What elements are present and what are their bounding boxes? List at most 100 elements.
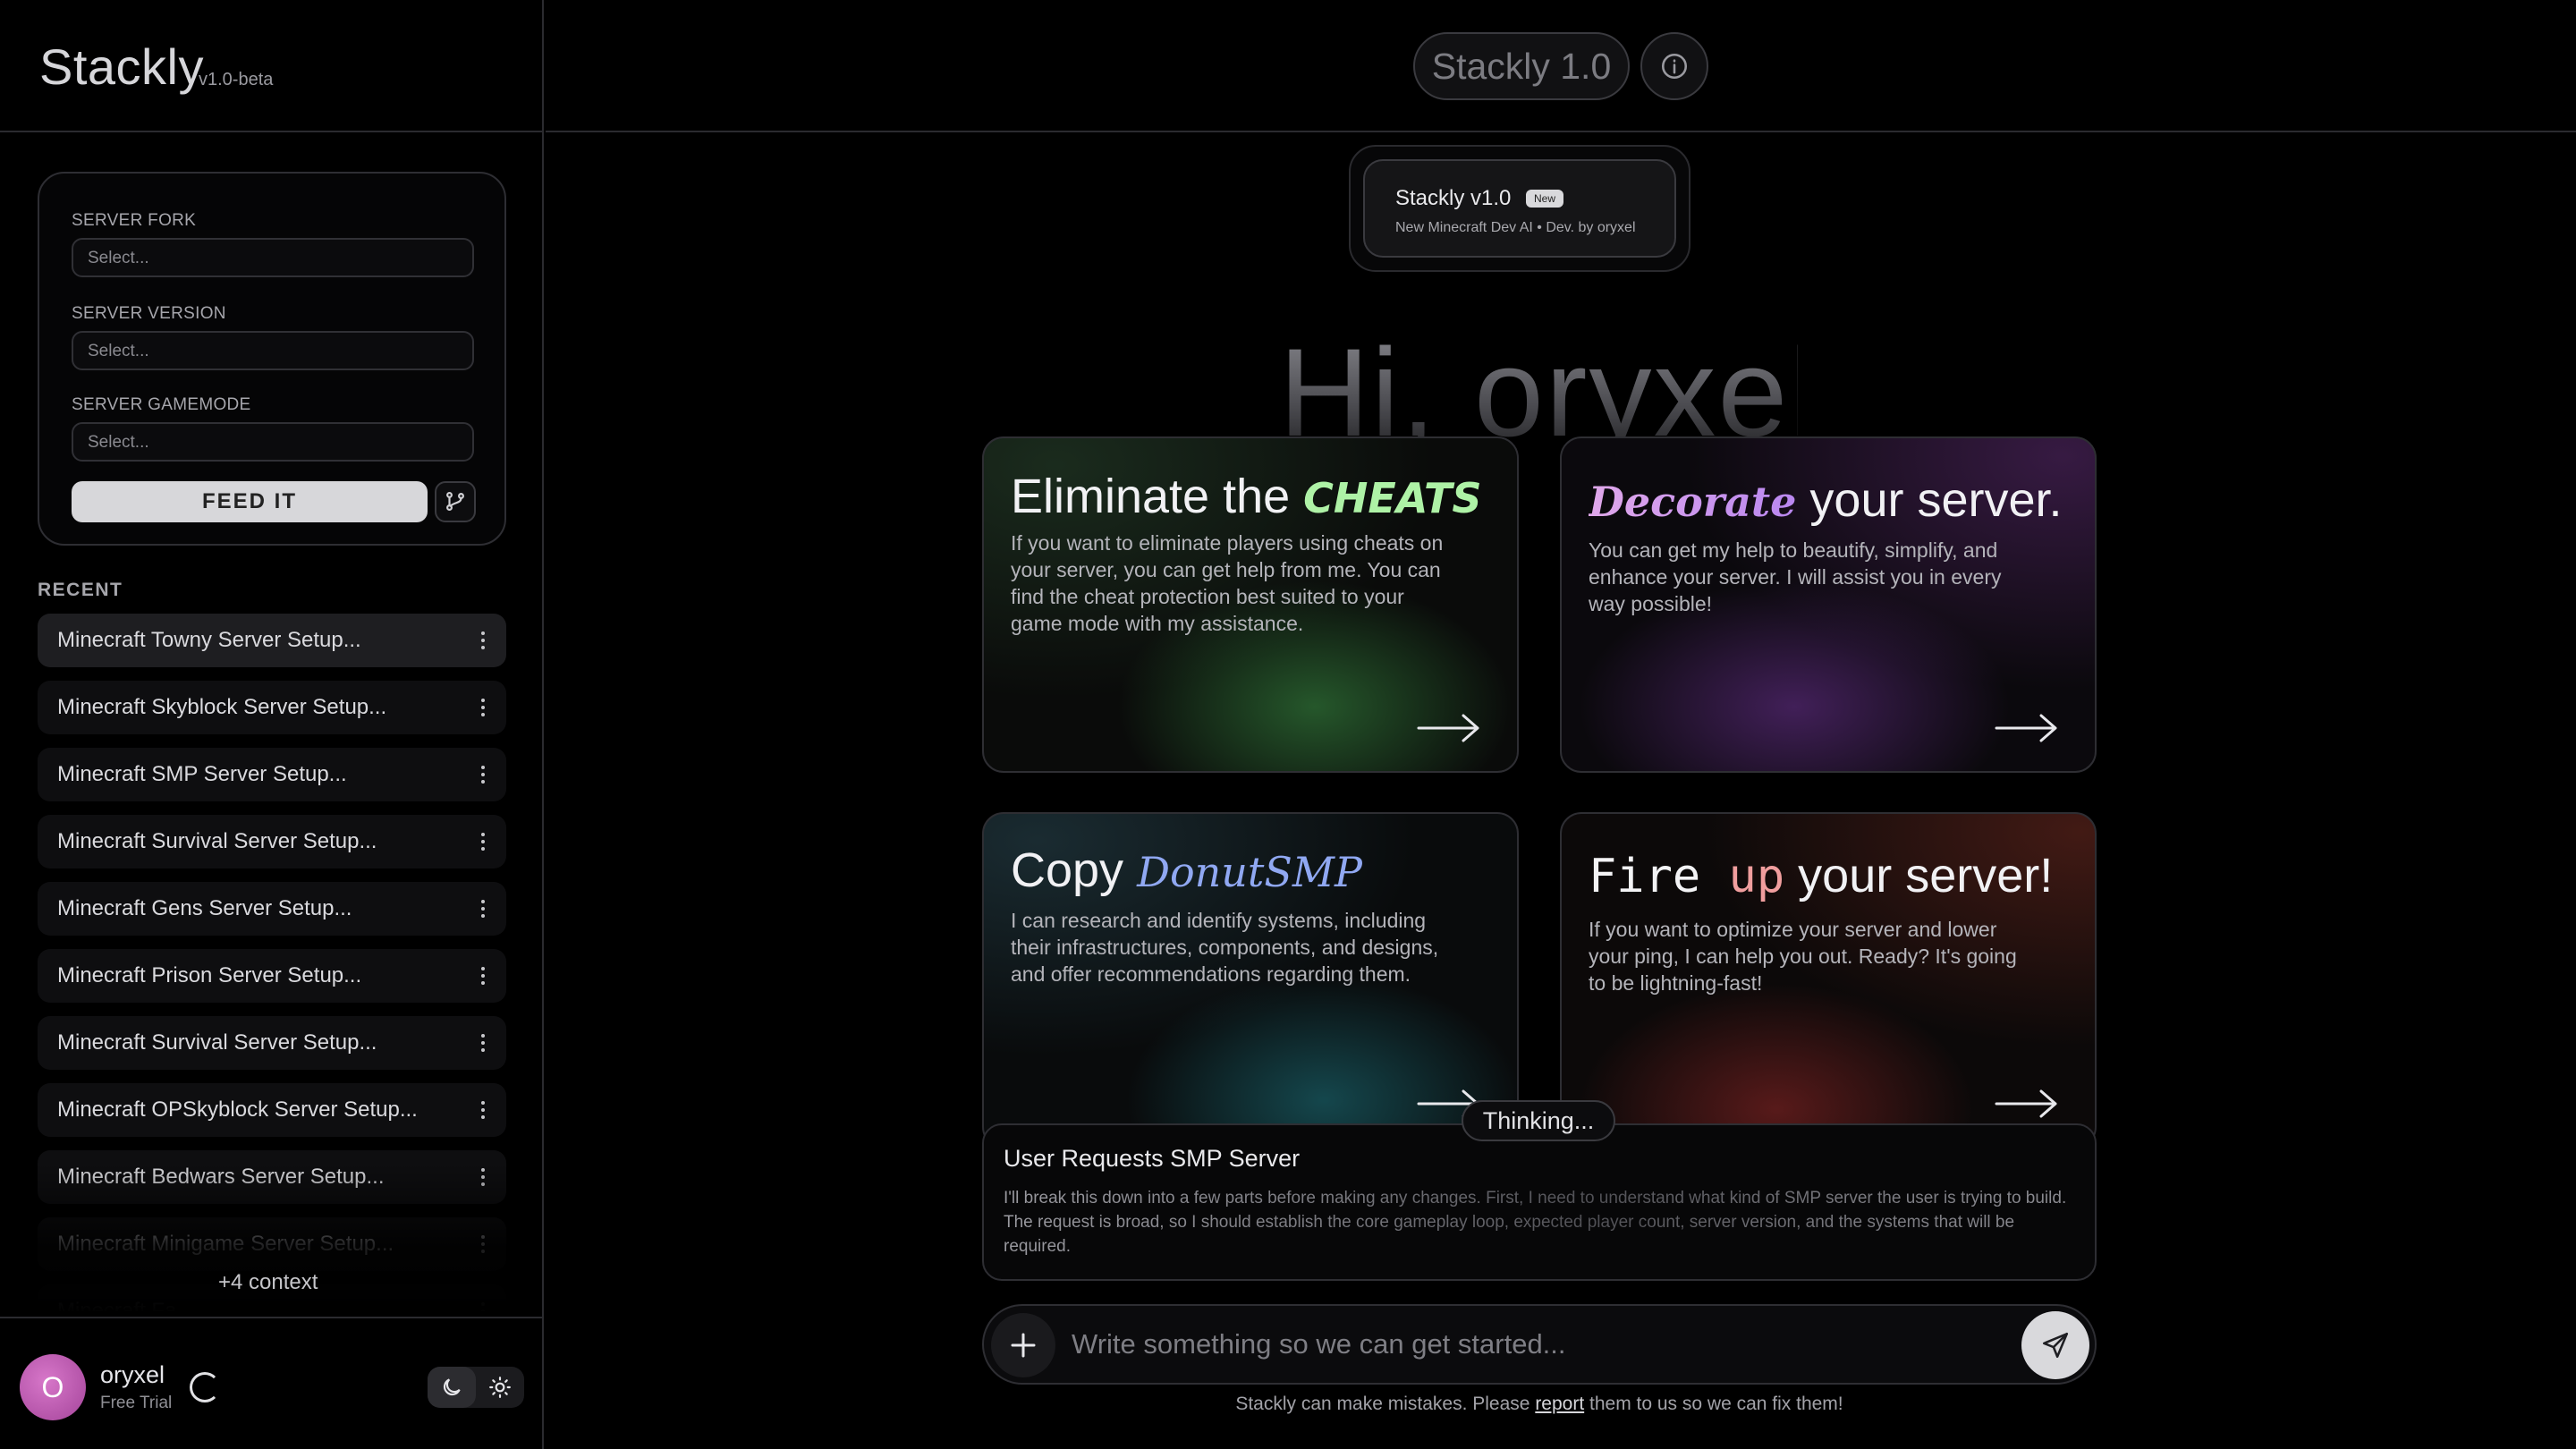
- server-gamemode-label: SERVER GAMEMODE: [72, 395, 251, 414]
- git-branch-icon: [446, 491, 464, 511]
- more-options-icon[interactable]: [474, 1161, 492, 1193]
- card-title: Decorate your server.: [1589, 472, 2063, 528]
- recent-chat-item[interactable]: Minecraft Towny Server Setup...: [38, 614, 506, 667]
- model-selector[interactable]: Stackly 1.0: [1413, 32, 1630, 100]
- card-description: If you want to optimize your server and …: [1589, 918, 2017, 995]
- recent-chat-label: Minecraft Fa...: [57, 1299, 195, 1311]
- announcement-banner[interactable]: Stackly v1.0 New New Minecraft Dev AI • …: [1349, 145, 1690, 272]
- brand-logo[interactable]: Stackly: [39, 38, 204, 96]
- dark-mode-button[interactable]: [428, 1367, 476, 1408]
- send-button[interactable]: [2021, 1311, 2089, 1379]
- server-fork-label: SERVER FORK: [72, 211, 197, 230]
- card-description: You can get my help to beautify, simplif…: [1589, 538, 2002, 615]
- card-title-text: Copy: [1011, 843, 1138, 897]
- more-options-icon[interactable]: [474, 624, 492, 657]
- recent-chat-label: Minecraft Survival Server Setup...: [57, 1030, 377, 1055]
- suggestion-card-copy[interactable]: Copy DonutSMP I can research and identif…: [982, 812, 1519, 1148]
- card-title-accent: DonutSMP: [1137, 848, 1362, 896]
- plus-icon: [1011, 1333, 1036, 1358]
- server-config-panel: SERVER FORK Select... SERVER VERSION Sel…: [38, 172, 506, 546]
- add-attachment-button[interactable]: [991, 1313, 1055, 1377]
- server-fork-select[interactable]: Select...: [72, 238, 474, 277]
- info-button[interactable]: [1640, 32, 1708, 100]
- thinking-body: I'll break this down into a few parts be…: [1004, 1186, 2077, 1258]
- more-options-icon[interactable]: [474, 1094, 492, 1126]
- light-mode-button[interactable]: [476, 1367, 524, 1408]
- info-icon: [1661, 53, 1688, 80]
- recent-chat-label: Minecraft Prison Server Setup...: [57, 963, 362, 987]
- recent-chat-label: Minecraft OPSkyblock Server Setup...: [57, 1097, 418, 1122]
- branch-button[interactable]: [435, 481, 476, 522]
- sun-icon: [489, 1377, 511, 1398]
- message-composer: [982, 1304, 2097, 1385]
- disclaimer-after: them to us so we can fix them!: [1584, 1394, 1843, 1414]
- card-title-mono: Fire: [1589, 850, 1729, 903]
- more-options-icon[interactable]: [474, 1228, 492, 1260]
- announcement-title: Stackly v1.0: [1395, 186, 1512, 210]
- recent-chat-item[interactable]: Minecraft Survival Server Setup...: [38, 1016, 506, 1070]
- server-version-label: SERVER VERSION: [72, 304, 226, 323]
- card-title-accent: Decorate: [1589, 478, 1797, 526]
- user-plan: Free Trial: [100, 1394, 173, 1412]
- thinking-panel[interactable]: User Requests SMP Server I'll break this…: [982, 1123, 2097, 1281]
- more-options-icon[interactable]: [474, 960, 492, 992]
- more-options-icon[interactable]: [474, 691, 492, 724]
- feed-it-button[interactable]: FEED IT: [72, 481, 428, 522]
- avatar[interactable]: O: [20, 1354, 86, 1420]
- server-gamemode-select[interactable]: Select...: [72, 422, 474, 462]
- announcement-card: Stackly v1.0 New New Minecraft Dev AI • …: [1363, 159, 1676, 258]
- arrow-right-icon: [1995, 714, 2057, 742]
- card-description: I can research and identify systems, inc…: [1011, 909, 1439, 986]
- more-options-icon[interactable]: [474, 1027, 492, 1059]
- recent-chat-label: Minecraft Survival Server Setup...: [57, 829, 377, 853]
- card-title: Fire up your server!: [1589, 848, 2053, 903]
- disclaimer-text: Stackly can make mistakes. Please report…: [982, 1394, 2097, 1415]
- report-link[interactable]: report: [1535, 1394, 1584, 1414]
- disclaimer-before: Stackly can make mistakes. Please: [1235, 1394, 1536, 1414]
- recent-chat-item[interactable]: Minecraft Minigame Server Setup...: [38, 1217, 506, 1271]
- card-title-text: Eliminate the: [1011, 470, 1304, 523]
- moon-icon: [443, 1378, 461, 1396]
- card-title-text: your server!: [1784, 849, 2054, 902]
- suggestion-card-decorate[interactable]: Decorate your server. You can get my hel…: [1560, 436, 2097, 773]
- recent-chat-label: Minecraft Minigame Server Setup...: [57, 1232, 394, 1256]
- recent-chat-item[interactable]: Minecraft Bedwars Server Setup...: [38, 1150, 506, 1204]
- top-bar: Stackly 1.0: [546, 0, 2576, 132]
- suggestion-card-cheats[interactable]: Eliminate the CHEATS If you want to elim…: [982, 436, 1519, 773]
- more-options-icon[interactable]: [474, 826, 492, 858]
- card-title: Copy DonutSMP: [1011, 843, 1362, 898]
- sidebar: Stackly v1.0-beta SERVER FORK Select... …: [0, 0, 544, 1449]
- sidebar-header: Stackly v1.0-beta: [0, 0, 542, 132]
- theme-toggle[interactable]: [428, 1367, 524, 1408]
- more-options-icon[interactable]: [474, 1295, 492, 1311]
- recent-chat-label: Minecraft SMP Server Setup...: [57, 762, 347, 786]
- arrow-right-icon: [1417, 714, 1479, 742]
- server-version-select[interactable]: Select...: [72, 331, 474, 370]
- recent-chat-item[interactable]: Minecraft SMP Server Setup...: [38, 748, 506, 801]
- suggestion-card-fire-up[interactable]: Fire up your server! If you want to opti…: [1560, 812, 2097, 1148]
- card-title: Eliminate the CHEATS: [1011, 469, 1482, 524]
- recent-chat-item[interactable]: Minecraft Survival Server Setup...: [38, 815, 506, 869]
- recent-chat-item[interactable]: Minecraft Prison Server Setup...: [38, 949, 506, 1003]
- thinking-title: User Requests SMP Server: [1004, 1145, 1301, 1172]
- recent-chat-item[interactable]: Minecraft Gens Server Setup...: [38, 882, 506, 936]
- send-icon: [2042, 1332, 2069, 1359]
- more-options-icon[interactable]: [474, 758, 492, 791]
- loading-spinner-icon: [190, 1372, 220, 1402]
- recent-chat-item[interactable]: Minecraft OPSkyblock Server Setup...: [38, 1083, 506, 1137]
- user-footer: O oryxel Free Trial: [0, 1317, 542, 1449]
- recent-chat-label: Minecraft Towny Server Setup...: [57, 628, 361, 652]
- app-root: Stackly v1.0-beta SERVER FORK Select... …: [0, 0, 2576, 1449]
- more-options-icon[interactable]: [474, 893, 492, 925]
- version-tag: v1.0-beta: [199, 70, 274, 89]
- card-title-text: your server.: [1796, 473, 2063, 527]
- recent-chat-label: Minecraft Skyblock Server Setup...: [57, 695, 387, 719]
- recent-heading: RECENT: [38, 580, 123, 600]
- thinking-status-badge: Thinking...: [1462, 1100, 1615, 1141]
- recent-chat-label: Minecraft Gens Server Setup...: [57, 896, 352, 920]
- recent-chat-item[interactable]: Minecraft Skyblock Server Setup...: [38, 681, 506, 734]
- card-description: If you want to eliminate players using c…: [1011, 531, 1444, 635]
- prompt-input[interactable]: [1072, 1322, 1966, 1367]
- recent-chat-label: Minecraft Bedwars Server Setup...: [57, 1165, 385, 1189]
- more-context-link[interactable]: +4 context: [218, 1270, 318, 1295]
